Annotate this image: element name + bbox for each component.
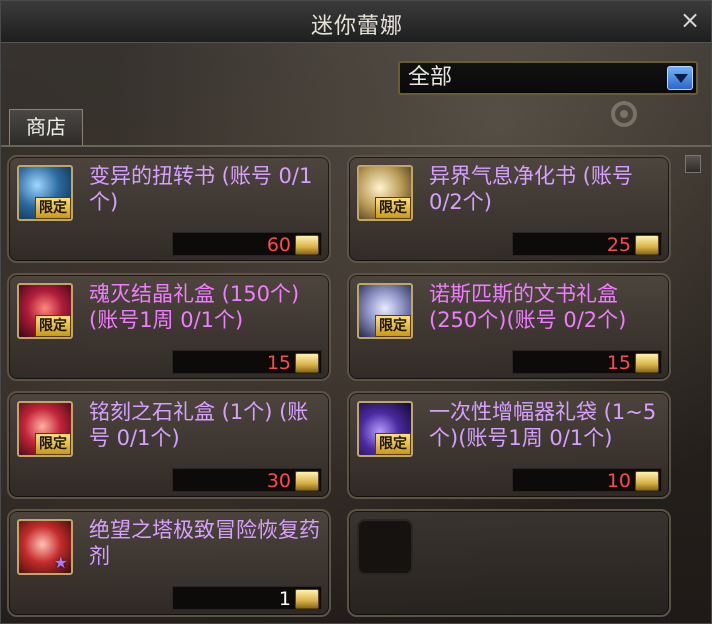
item-icon: 限定 — [357, 165, 413, 221]
coin-icon — [635, 353, 659, 373]
gear-icon — [611, 101, 637, 127]
coin-icon — [295, 353, 319, 373]
tab-shop[interactable]: 商店 — [9, 109, 83, 145]
item-price: 15 — [606, 352, 631, 374]
item-icon: 限定 — [17, 165, 73, 221]
category-dropdown[interactable]: 全部 — [398, 61, 698, 95]
item-name: 绝望之塔极致冒险恢复药剂 — [89, 518, 320, 568]
item-icon: 限定 — [17, 283, 73, 339]
star-icon: ★ — [53, 553, 68, 572]
item-icon: 限定 — [357, 401, 413, 457]
mini-shop-window: 迷你蕾娜 × 全部 商店 限定 变异的扭转书 (账号 0/1个) 60 限定 异… — [0, 0, 712, 624]
coin-icon — [635, 235, 659, 255]
item-price: 15 — [266, 352, 291, 374]
coin-icon — [635, 471, 659, 491]
window-title: 迷你蕾娜 — [310, 14, 403, 39]
limited-badge: 限定 — [375, 315, 411, 337]
shop-item-card[interactable]: 限定 变异的扭转书 (账号 0/1个) 60 — [7, 155, 331, 263]
item-price: 10 — [606, 470, 631, 492]
coin-icon — [295, 235, 319, 255]
item-name: 异界气息净化书 (账号 0/2个) — [429, 164, 633, 214]
price-bar: 15 — [512, 350, 662, 374]
shop-item-card[interactable]: 限定 异界气息净化书 (账号 0/2个) 25 — [347, 155, 671, 263]
item-name: 诺斯匹斯的文书礼盒 (250个)(账号 0/2个) — [429, 282, 627, 332]
shop-item-card[interactable]: 限定 一次性增幅器礼袋 (1~5个)(账号1周 0/1个) 10 — [347, 391, 671, 499]
close-button[interactable]: × — [677, 7, 703, 33]
item-price: 60 — [266, 234, 291, 256]
price-bar: 25 — [512, 232, 662, 256]
tab-divider — [1, 145, 711, 147]
item-name: 魂灭结晶礼盒 (150个) (账号1周 0/1个) — [89, 282, 300, 332]
price-bar: 15 — [172, 350, 322, 374]
category-dropdown-value: 全部 — [408, 65, 453, 90]
title-bar: 迷你蕾娜 × — [1, 1, 711, 43]
chevron-down-icon[interactable] — [667, 66, 693, 90]
shop-item-card[interactable]: 限定 诺斯匹斯的文书礼盒 (250个)(账号 0/2个) 15 — [347, 273, 671, 381]
item-name: 变异的扭转书 (账号 0/1个) — [89, 164, 313, 214]
limited-badge: 限定 — [35, 315, 71, 337]
shop-item-card[interactable]: 限定 魂灭结晶礼盒 (150个) (账号1周 0/1个) 15 — [7, 273, 331, 381]
coin-icon — [295, 471, 319, 491]
item-price: 1 — [278, 588, 291, 610]
shop-item-card[interactable]: ★ 绝望之塔极致冒险恢复药剂 1 — [7, 509, 331, 617]
item-icon: ★ — [17, 519, 73, 575]
item-price: 30 — [266, 470, 291, 492]
limited-badge: 限定 — [35, 197, 71, 219]
limited-badge: 限定 — [375, 197, 411, 219]
limited-badge: 限定 — [35, 433, 71, 455]
price-bar: 30 — [172, 468, 322, 492]
item-icon: 限定 — [17, 401, 73, 457]
price-bar: 10 — [512, 468, 662, 492]
coin-icon — [295, 589, 319, 609]
item-name: 铭刻之石礼盒 (1个) (账号 0/1个) — [89, 400, 309, 450]
empty-item-card — [347, 509, 671, 617]
limited-badge: 限定 — [375, 433, 411, 455]
price-bar: 60 — [172, 232, 322, 256]
item-price: 25 — [606, 234, 631, 256]
scroll-up-button[interactable] — [685, 155, 701, 173]
price-bar: 1 — [172, 586, 322, 610]
close-icon: × — [679, 6, 701, 34]
item-name: 一次性增幅器礼袋 (1~5个)(账号1周 0/1个) — [429, 400, 657, 450]
shop-item-card[interactable]: 限定 铭刻之石礼盒 (1个) (账号 0/1个) 30 — [7, 391, 331, 499]
empty-item-slot — [357, 519, 413, 575]
item-icon: 限定 — [357, 283, 413, 339]
